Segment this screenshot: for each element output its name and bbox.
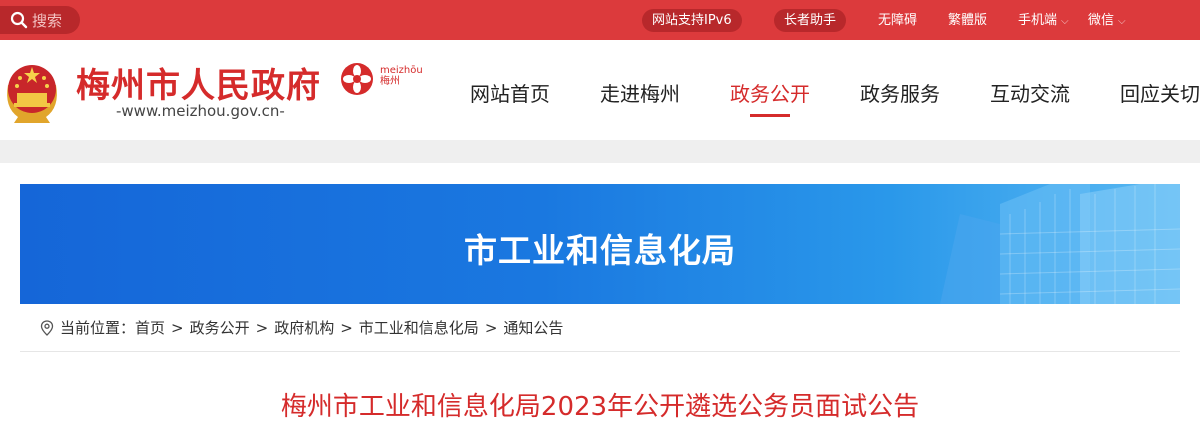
site-header: 梅州市人民政府 -www.meizhou.gov.cn- meizhōu 梅州 … xyxy=(0,40,1200,140)
top-bar: 搜索 网站支持IPv6 长者助手 无障碍 繁體版 手机端 ⌵ 微信 ⌵ xyxy=(0,0,1200,40)
breadcrumb-government-affairs[interactable]: 政务公开 xyxy=(190,317,250,338)
breadcrumb-notices[interactable]: 通知公告 xyxy=(503,317,563,338)
breadcrumb-home[interactable]: 首页 xyxy=(135,317,165,338)
nav-government-services[interactable]: 政务服务 xyxy=(860,78,940,107)
accessibility-link[interactable]: 无障碍 xyxy=(878,9,917,32)
nav-home[interactable]: 网站首页 xyxy=(470,78,550,107)
elder-assistant-button[interactable]: 长者助手 xyxy=(774,9,847,32)
location-pin-icon xyxy=(40,319,54,336)
mobile-link[interactable]: 手机端 ⌵ xyxy=(1018,9,1069,32)
chevron-down-icon: ⌵ xyxy=(1118,16,1126,27)
site-title[interactable]: 梅州市人民政府 xyxy=(76,58,321,107)
wechat-label: 微信 xyxy=(1088,13,1115,28)
site-url: -www.meizhou.gov.cn- xyxy=(116,102,285,120)
meizhou-flower-logo-icon xyxy=(341,63,373,95)
search-box[interactable]: 搜索 xyxy=(0,6,80,34)
breadcrumb-separator: > xyxy=(484,318,498,337)
header-divider-band xyxy=(0,140,1200,163)
chevron-down-icon: ⌵ xyxy=(1061,16,1069,27)
wechat-link[interactable]: 微信 ⌵ xyxy=(1088,9,1126,32)
flower-logo-label: meizhōu 梅州 xyxy=(380,65,423,87)
nav-government-affairs[interactable]: 政务公开 xyxy=(730,78,810,107)
department-banner: 市工业和信息化局 xyxy=(20,184,1180,304)
nav-interaction[interactable]: 互动交流 xyxy=(990,78,1070,107)
search-icon xyxy=(10,11,28,29)
breadcrumb-prefix: 当前位置： xyxy=(60,319,136,337)
breadcrumb-separator: > xyxy=(340,318,353,337)
article-title: 梅州市工业和信息化局2023年公开遴选公务员面试公告 xyxy=(280,392,920,422)
breadcrumb: 当前位置： 首页 > 政务公开 > 政府机构 > 市工业和信息化局 > 通知公告 xyxy=(20,304,1180,352)
flower-label-latin: meizhōu xyxy=(380,65,423,76)
ipv6-badge[interactable]: 网站支持IPv6 xyxy=(642,9,742,32)
breadcrumb-bureau[interactable]: 市工业和信息化局 xyxy=(359,317,479,338)
mobile-label: 手机端 xyxy=(1018,13,1058,28)
flower-label-chinese: 梅州 xyxy=(380,76,400,87)
breadcrumb-separator: > xyxy=(171,318,184,337)
national-emblem-icon[interactable] xyxy=(0,57,64,125)
breadcrumb-government-agencies[interactable]: 政府机构 xyxy=(274,317,334,338)
breadcrumb-separator: > xyxy=(255,318,269,337)
department-title: 市工业和信息化局 xyxy=(464,231,736,270)
search-placeholder: 搜索 xyxy=(32,11,63,30)
traditional-chinese-link[interactable]: 繁體版 xyxy=(948,9,987,32)
nav-about-meizhou[interactable]: 走进梅州 xyxy=(600,78,680,107)
nav-response[interactable]: 回应关切 xyxy=(1120,78,1200,107)
nav-active-indicator xyxy=(750,114,790,117)
